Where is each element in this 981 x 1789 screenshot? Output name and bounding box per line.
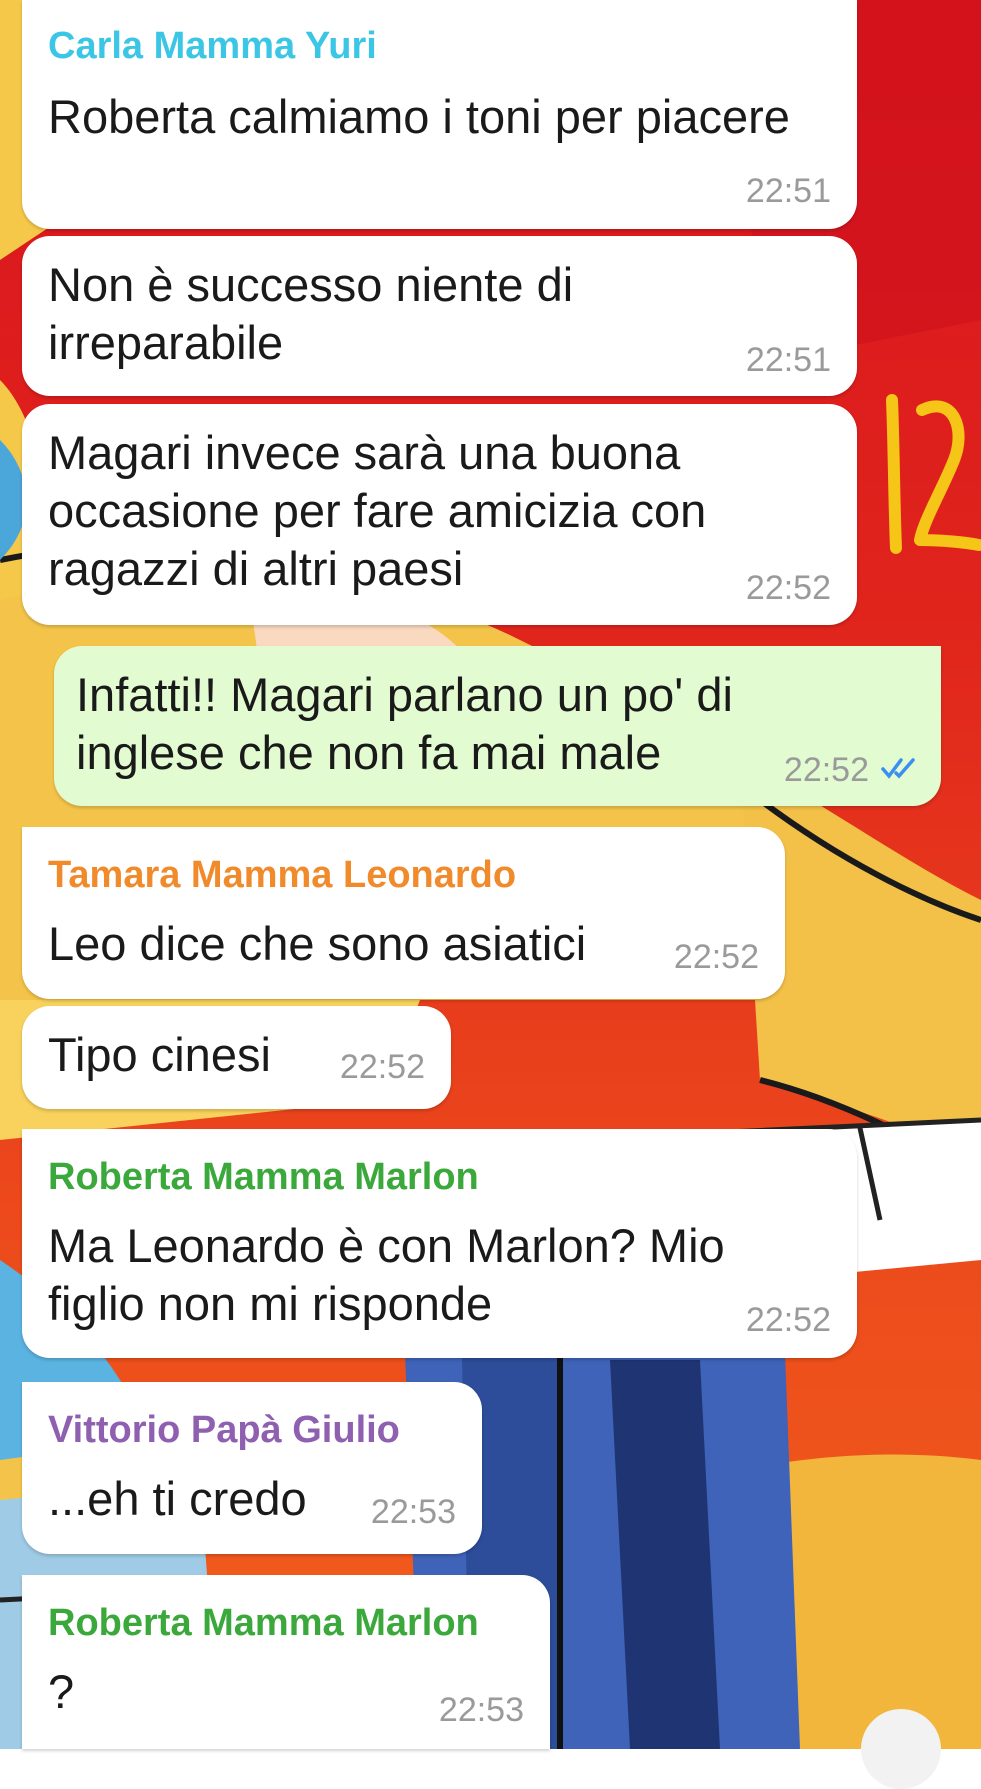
message-bubble[interactable]: Vittorio Papà Giulio ...eh ti credo 22:5… xyxy=(22,1382,482,1554)
hand-drawn-number-annotation xyxy=(886,394,981,554)
message-bubble[interactable]: Roberta Mamma Marlon Ma Leonardo è con M… xyxy=(22,1129,857,1358)
message-text: Magari invece sarà una buona occasione p… xyxy=(48,426,707,595)
double-check-icon xyxy=(881,758,915,779)
sender-name[interactable]: Tamara Mamma Leonardo xyxy=(48,853,516,897)
message-time: 22:53 xyxy=(438,1691,524,1729)
message-time: 22:52 xyxy=(339,1048,425,1086)
message-text: Leo dice che sono asiatici xyxy=(48,917,587,970)
message-bubble[interactable]: Magari invece sarà una buona occasione p… xyxy=(22,404,857,625)
message-text: Non è successo niente di irreparabile xyxy=(48,258,574,369)
chat-message-list[interactable]: Carla Mamma Yuri Roberta calmiamo i toni… xyxy=(0,0,981,1749)
message-time: 22:51 xyxy=(745,172,831,210)
message-time: 22:53 xyxy=(370,1493,456,1531)
message-text: ? xyxy=(48,1665,75,1718)
message-text: Roberta calmiamo i toni per piacere xyxy=(48,90,790,143)
sender-name[interactable]: Vittorio Papà Giulio xyxy=(48,1408,400,1452)
message-bubble[interactable]: Tipo cinesi 22:52 xyxy=(22,1006,451,1109)
message-bubble[interactable]: Roberta Mamma Marlon ? 22:53 xyxy=(22,1575,550,1749)
outgoing-message-bubble[interactable]: Infatti!! Magari parlano un po' di ingle… xyxy=(54,646,941,806)
message-text: Tipo cinesi xyxy=(48,1028,271,1081)
message-bubble[interactable]: Non è successo niente di irreparabile 22… xyxy=(22,236,857,396)
message-time: 22:52 xyxy=(745,1301,831,1339)
message-bubble[interactable]: Tamara Mamma Leonardo Leo dice che sono … xyxy=(22,827,785,999)
message-time: 22:51 xyxy=(745,341,831,379)
scroll-to-bottom-button[interactable] xyxy=(861,1709,941,1789)
sender-name[interactable]: Carla Mamma Yuri xyxy=(48,24,377,68)
message-time: 22:52 xyxy=(673,938,759,976)
message-text: Infatti!! Magari parlano un po' di ingle… xyxy=(76,668,733,779)
sender-name[interactable]: Roberta Mamma Marlon xyxy=(48,1155,479,1199)
message-time: 22:52 xyxy=(745,569,831,607)
message-text: Ma Leonardo è con Marlon? Mio figlio non… xyxy=(48,1219,725,1330)
message-time: 22:52 xyxy=(783,751,869,789)
sender-name[interactable]: Roberta Mamma Marlon xyxy=(48,1601,479,1645)
message-bubble[interactable]: Carla Mamma Yuri Roberta calmiamo i toni… xyxy=(22,0,857,229)
message-text: ...eh ti credo xyxy=(48,1472,307,1525)
